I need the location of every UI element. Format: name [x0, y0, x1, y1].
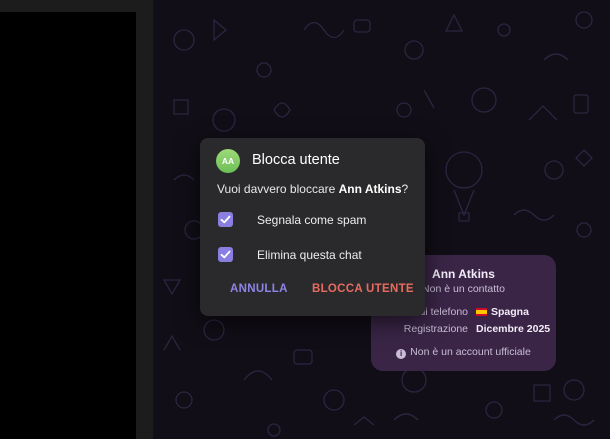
option-report-spam[interactable]: Segnala come spam	[218, 211, 413, 229]
block-user-dialog: AA Blocca utente Vuoi davvero bloccare A…	[200, 138, 425, 316]
dialog-question: Vuoi davvero bloccare Ann Atkins?	[217, 182, 408, 196]
registration-value: Dicembre 2025	[476, 323, 551, 335]
delete-chat-checkbox[interactable]	[218, 247, 233, 262]
chat-list-content	[0, 12, 136, 439]
official-account-note: i Non è un account ufficiale	[371, 346, 556, 359]
phone-country: Spagna	[476, 306, 529, 318]
option-delete-chat[interactable]: Elimina questa chat	[218, 246, 413, 264]
registration-label: Registrazione	[403, 323, 468, 335]
spain-flag-icon	[476, 308, 487, 316]
delete-chat-label: Elimina questa chat	[257, 248, 362, 262]
question-prefix: Vuoi davvero bloccare	[217, 182, 339, 196]
phone-country-value: Spagna	[491, 306, 529, 318]
official-account-text: Non è un account ufficiale	[410, 346, 531, 358]
question-suffix: ?	[401, 182, 409, 196]
avatar: AA	[216, 149, 240, 173]
check-icon	[220, 215, 231, 224]
check-icon	[220, 250, 231, 259]
report-spam-checkbox[interactable]	[218, 212, 233, 227]
cancel-button[interactable]: ANNULLA	[230, 283, 288, 295]
block-user-button[interactable]: BLOCCA UTENTE	[312, 283, 414, 295]
info-icon: i	[396, 349, 407, 359]
chat-list-panel	[0, 0, 153, 439]
report-spam-label: Segnala come spam	[257, 213, 367, 227]
dialog-title: Blocca utente	[252, 152, 340, 168]
question-user-name: Ann Atkins	[338, 182, 402, 196]
